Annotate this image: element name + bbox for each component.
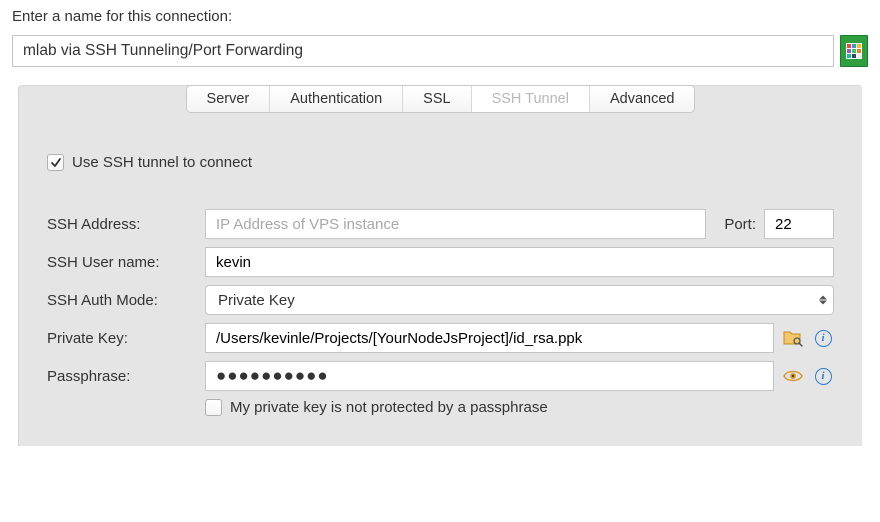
private-key-input[interactable]: [205, 323, 774, 353]
tab-server[interactable]: Server: [187, 86, 271, 112]
reveal-passphrase-button[interactable]: [782, 365, 804, 387]
ssh-auth-mode-label: SSH Auth Mode:: [47, 292, 197, 309]
eye-icon: [783, 369, 803, 383]
connection-settings-panel: Server Authentication SSL SSH Tunnel Adv…: [18, 85, 862, 446]
ssh-username-label: SSH User name:: [47, 254, 197, 271]
info-icon: i: [815, 368, 832, 385]
ssh-address-input[interactable]: [205, 209, 706, 239]
browse-file-button[interactable]: [782, 327, 804, 349]
ssh-username-input[interactable]: [205, 247, 834, 277]
info-icon: i: [815, 330, 832, 347]
port-label: Port:: [714, 216, 756, 233]
tab-advanced[interactable]: Advanced: [590, 86, 695, 112]
folder-search-icon: [783, 329, 803, 347]
private-key-label: Private Key:: [47, 330, 197, 347]
connection-name-input[interactable]: [12, 35, 834, 67]
tab-authentication[interactable]: Authentication: [270, 86, 403, 112]
ssh-auth-mode-select[interactable]: Private Key: [205, 285, 834, 315]
connection-name-prompt: Enter a name for this connection:: [12, 8, 868, 25]
passphrase-info-button[interactable]: i: [812, 365, 834, 387]
no-passphrase-checkbox[interactable]: [205, 399, 222, 416]
ssh-address-label: SSH Address:: [47, 216, 197, 233]
tab-ssh-tunnel[interactable]: SSH Tunnel: [472, 86, 590, 112]
checkmark-icon: [50, 157, 62, 169]
select-stepper-icon: [819, 296, 827, 305]
tab-ssl[interactable]: SSL: [403, 86, 471, 112]
passphrase-input[interactable]: ●●●●●●●●●●: [205, 361, 774, 391]
tab-strip: Server Authentication SSL SSH Tunnel Adv…: [186, 85, 696, 113]
color-grid-icon: [845, 42, 863, 60]
ssh-auth-mode-value: Private Key: [218, 292, 295, 309]
use-ssh-tunnel-label: Use SSH tunnel to connect: [72, 154, 252, 171]
port-input[interactable]: [764, 209, 834, 239]
no-passphrase-label: My private key is not protected by a pas…: [230, 399, 548, 416]
passphrase-label: Passphrase:: [47, 368, 197, 385]
use-ssh-tunnel-checkbox[interactable]: [47, 154, 64, 171]
private-key-info-button[interactable]: i: [812, 327, 834, 349]
passphrase-mask: ●●●●●●●●●●: [216, 361, 329, 391]
color-picker-button[interactable]: [840, 35, 868, 67]
